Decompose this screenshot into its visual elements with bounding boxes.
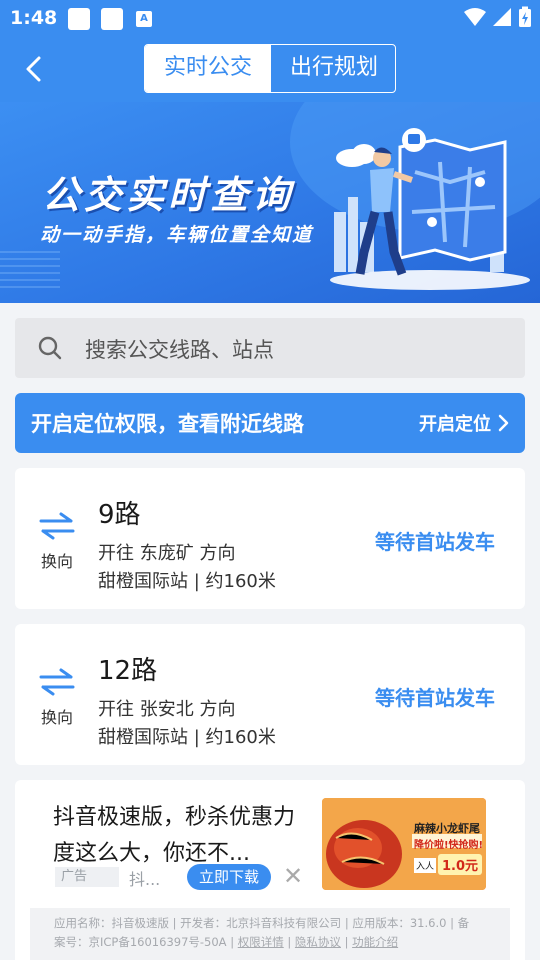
enable-location-label: 开启定位: [419, 414, 491, 435]
ad-card[interactable]: 抖音极速版，秒杀优惠力度这么大，你还不... 广告 抖... 立即下载 ✕ 麻辣…: [15, 780, 525, 960]
route-direction: 开往 东庞矿 方向: [98, 543, 236, 564]
route-name: 9路: [98, 500, 141, 530]
notification-icon: [68, 8, 90, 30]
swap-label: 换向: [40, 552, 73, 571]
search-input[interactable]: 搜索公交线路、站点: [15, 318, 525, 378]
route-name: 12路: [98, 656, 158, 686]
banner-illustration: [330, 128, 530, 290]
system-icons: [464, 6, 532, 28]
route-card[interactable]: 换向 9路 开往 东庞矿 方向 甜橙国际站 | 约160米 等待首站发车: [15, 468, 525, 609]
feature-intro-link[interactable]: 功能介绍: [352, 935, 398, 949]
ad-badge-label: 广告: [61, 869, 88, 884]
arrival-status: 等待首站发车: [375, 686, 495, 710]
ad-image[interactable]: 麻辣小龙虾尾 降价啦!快抢购! 入人 1.0元: [322, 798, 486, 890]
swap-direction-button[interactable]: 换向: [37, 668, 77, 728]
ad-badge: 广告: [55, 867, 119, 887]
close-ad-icon[interactable]: ✕: [283, 864, 303, 888]
ad-disclosure: 应用名称：抖音极速版 | 开发者：北京抖音科技有限公司 | 应用版本：31.6.…: [30, 908, 510, 960]
ad-image-price: 1.0元: [438, 854, 483, 875]
ad-disclosure-line: 案号：京ICP备16016397号-50A | 权限详情 | 隐私协议 | 功能…: [54, 935, 399, 949]
swap-icon: [39, 668, 75, 696]
wifi-icon: [464, 8, 486, 26]
status-bar: 1:48 A: [0, 0, 540, 36]
search-icon: [38, 336, 62, 360]
route-direction: 开往 张安北 方向: [98, 699, 236, 720]
location-message: 开启定位权限，查看附近线路: [31, 412, 304, 436]
swap-direction-button[interactable]: 换向: [37, 512, 77, 572]
nearest-stop: 甜橙国际站 | 约160米: [98, 571, 276, 592]
banner-subtitle: 动一动手指，车辆位置全知道: [40, 224, 314, 246]
ad-icp: 案号：京ICP备16016397号-50A |: [54, 935, 238, 949]
banner-title: 公交实时查询: [42, 173, 295, 217]
search-placeholder: 搜索公交线路、站点: [85, 338, 274, 362]
ad-image-promo: 降价啦!快抢购!: [414, 840, 484, 851]
arrival-status: 等待首站发车: [375, 530, 495, 554]
privacy-policy-link[interactable]: 隐私协议: [295, 935, 341, 949]
permission-details-link[interactable]: 权限详情: [238, 935, 284, 949]
back-icon[interactable]: [20, 54, 48, 84]
location-permission-banner[interactable]: 开启定位权限，查看附近线路 开启定位: [15, 393, 525, 453]
battery-icon: [519, 6, 531, 27]
download-button[interactable]: 立即下载: [187, 864, 271, 890]
ad-title[interactable]: 抖音极速版，秒杀优惠力度这么大，你还不...: [53, 800, 303, 872]
ad-disclosure-line: 应用名称：抖音极速版 | 开发者：北京抖音科技有限公司 | 应用版本：31.6.…: [54, 916, 470, 930]
tab-realtime-bus[interactable]: 实时公交: [145, 45, 271, 92]
chevron-right-icon: [498, 414, 509, 432]
status-time: 1:48: [10, 7, 58, 29]
ad-brand: 抖...: [129, 870, 161, 889]
swap-icon: [39, 512, 75, 540]
enable-location-button[interactable]: 开启定位: [419, 410, 509, 436]
signal-icon: [493, 8, 511, 26]
accessibility-notification-icon: A: [136, 11, 152, 27]
ad-image-product: 麻辣小龙虾尾: [414, 822, 480, 835]
tab-trip-planning[interactable]: 出行规划: [271, 45, 395, 92]
app-header: 1:48 A 实时公交 出行规划: [0, 0, 540, 102]
promo-banner: 公交实时查询 动一动手指，车辆位置全知道: [0, 102, 540, 303]
mode-tabs: 实时公交 出行规划: [144, 44, 396, 93]
swap-label: 换向: [40, 708, 73, 727]
notification-icon: [101, 8, 123, 30]
ad-image-label: 入人: [414, 858, 437, 873]
nearest-stop: 甜橙国际站 | 约160米: [98, 727, 276, 748]
route-card[interactable]: 换向 12路 开往 张安北 方向 甜橙国际站 | 约160米 等待首站发车: [15, 624, 525, 765]
